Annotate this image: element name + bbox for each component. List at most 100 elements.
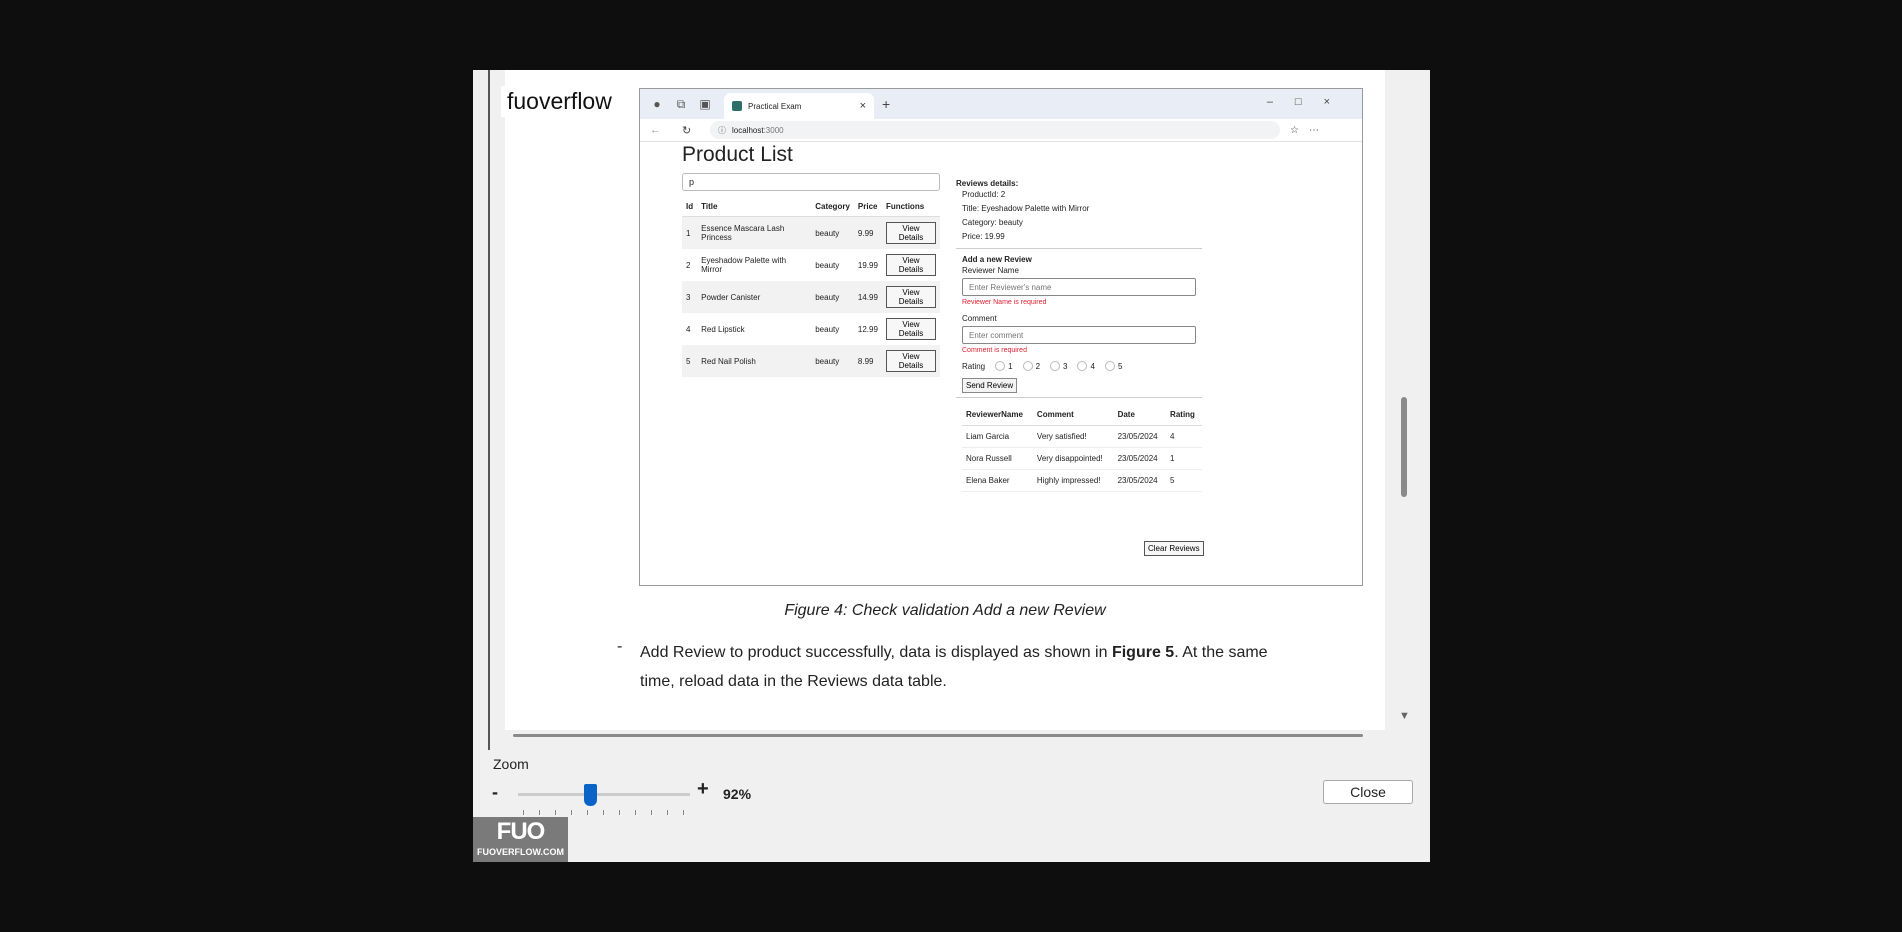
horizontal-scrollbar[interactable]: [513, 734, 1363, 737]
cell-reviewer: Liam Garcia: [962, 425, 1033, 448]
cell-title: Red Lipstick: [701, 324, 745, 334]
cell-title: Eyeshadow Palette with Mirror: [701, 256, 787, 274]
cell-category: beauty: [815, 324, 840, 334]
browser-tab-title: Practical Exam: [748, 101, 802, 111]
cell-rating: 4: [1166, 425, 1202, 448]
vertical-scrollbar[interactable]: ▼: [1393, 70, 1415, 730]
rating-option-label: 1: [1008, 361, 1013, 371]
cell-title: Essence Mascara Lash Princess: [697, 216, 812, 249]
product-price-text: Price: 19.99: [962, 232, 1005, 241]
col-price: Price: [853, 197, 882, 217]
para-bold-ref: Figure 5: [1111, 644, 1175, 661]
rating-option: 2: [1022, 361, 1041, 371]
cell-date: 23/05/2024: [1113, 447, 1167, 470]
cell-comment: Very satisfied!: [1032, 425, 1114, 448]
reviewer-name-error: Reviewer Name is required: [962, 299, 1047, 306]
comment-error: Comment is required: [962, 347, 1027, 354]
table-row: Liam Garcia Very satisfied! 23/05/2024 4: [962, 425, 1202, 448]
collections-icon: ⧉: [676, 97, 686, 111]
cell-comment: Very disappointed!: [1032, 447, 1114, 470]
cell-price: 14.99: [853, 281, 882, 313]
table-row: 3 Powder Canister beauty 14.99 View Deta…: [682, 281, 940, 313]
col-category: Category: [811, 197, 854, 217]
cell-title: Powder Canister: [697, 281, 812, 313]
cell-reviewer: Elena Baker: [962, 469, 1033, 492]
product-title-text: Title: Eyeshadow Palette with Mirror: [962, 204, 1090, 213]
view-details-button: View Details: [885, 254, 936, 276]
rating-option: 3: [1050, 361, 1067, 371]
zoom-slider-track[interactable]: [518, 793, 690, 796]
radio-icon: [995, 361, 1006, 371]
reviews-table: ReviewerName Comment Date Rating Liam Ga…: [962, 404, 1202, 492]
cell-id: 2: [686, 260, 691, 270]
back-icon: ←: [650, 124, 661, 136]
cell-price: 9.99: [853, 216, 882, 249]
cell-date: 23/05/2024: [1113, 425, 1167, 448]
comment-label: Comment: [962, 314, 997, 323]
rating-option: 1: [995, 361, 1013, 371]
logo-mark: FUO: [496, 818, 546, 845]
cell-id: 4: [686, 324, 691, 334]
table-row: Nora Russell Very disappointed! 23/05/20…: [962, 447, 1202, 470]
cell-date: 23/05/2024: [1113, 469, 1167, 492]
view-details-button: View Details: [885, 350, 936, 372]
clear-reviews-button: Clear Reviews: [1144, 541, 1204, 556]
reviews-panel: Reviews details: ProductId: 2 Title: Eye…: [956, 179, 1202, 492]
document-area[interactable]: ● ⧉ ▣ Practical Exam × + –□× ← ↻ ⓘ local…: [488, 70, 1410, 750]
close-button[interactable]: Close: [1323, 780, 1413, 804]
search-input: p: [682, 173, 940, 191]
scroll-thumb[interactable]: [1401, 397, 1407, 497]
reviews-heading: Reviews details:: [956, 179, 1019, 188]
col-comment: Comment: [1032, 404, 1114, 426]
cell-category: beauty: [815, 260, 840, 270]
new-tab-icon: +: [882, 96, 891, 112]
col-title: Title: [697, 197, 812, 217]
zoom-label: Zoom: [493, 756, 529, 772]
col-reviewer: ReviewerName: [962, 404, 1033, 426]
radio-icon: [1104, 361, 1115, 371]
page-title: Product List: [682, 143, 793, 166]
logo-text: FUOVERFLOW.COM: [477, 847, 564, 857]
rating-option-label: 4: [1090, 361, 1095, 371]
refresh-icon: ↻: [682, 124, 692, 137]
col-date: Date: [1113, 404, 1167, 426]
rating-label: Rating: [962, 361, 986, 371]
zoom-out-button[interactable]: -: [492, 782, 498, 803]
url-field: ⓘ localhost:3000: [710, 121, 1280, 139]
profile-icon: ●: [653, 97, 661, 111]
col-rating: Rating: [1166, 404, 1202, 426]
rating-option-label: 3: [1063, 361, 1068, 371]
view-details-button: View Details: [885, 318, 936, 340]
product-category-text: Category: beauty: [962, 218, 1023, 227]
browser-tabbar: ● ⧉ ▣ Practical Exam × + –□×: [640, 89, 1362, 119]
table-row: Elena Baker Highly impressed! 23/05/2024…: [962, 469, 1202, 492]
cell-price: 12.99: [857, 324, 878, 334]
cell-title: Red Nail Polish: [697, 345, 812, 377]
fuoverflow-logo: FUO FUOVERFLOW.COM: [473, 817, 568, 862]
zoom-value: 92%: [723, 786, 752, 802]
rating-option: 4: [1077, 361, 1095, 371]
divider: [956, 248, 1202, 249]
cell-category: beauty: [811, 216, 854, 249]
para-text-1: Add Review to product successfully, data…: [640, 644, 1112, 661]
app-content: Product List p Id Title Category Price F…: [640, 141, 1362, 581]
browser-toolbar-icons: ☆⋯: [1290, 124, 1329, 136]
embedded-screenshot: ● ⧉ ▣ Practical Exam × + –□× ← ↻ ⓘ local…: [639, 88, 1363, 586]
table-row: 4 Red Lipstick beauty 12.99 View Details: [682, 313, 940, 345]
url-port: :3000: [763, 125, 784, 135]
add-review-heading: Add a new Review: [962, 255, 1032, 264]
document-page: ● ⧉ ▣ Practical Exam × + –□× ← ↻ ⓘ local…: [505, 70, 1385, 730]
cell-category: beauty: [811, 281, 854, 313]
col-functions: Functions: [881, 197, 940, 217]
radio-icon: [1022, 361, 1033, 371]
cell-rating: 5: [1166, 469, 1202, 492]
product-id-text: ProductId: 2: [962, 190, 1006, 199]
tab-actions-icon: ▣: [699, 97, 711, 111]
browser-tab: Practical Exam ×: [724, 93, 874, 119]
zoom-slider-thumb[interactable]: [584, 784, 597, 806]
send-review-button: Send Review: [962, 378, 1018, 393]
comment-field: [962, 326, 1196, 344]
rating-option-label: 2: [1035, 361, 1041, 371]
zoom-in-button[interactable]: +: [697, 778, 709, 801]
scroll-down-icon[interactable]: ▼: [1399, 710, 1410, 722]
